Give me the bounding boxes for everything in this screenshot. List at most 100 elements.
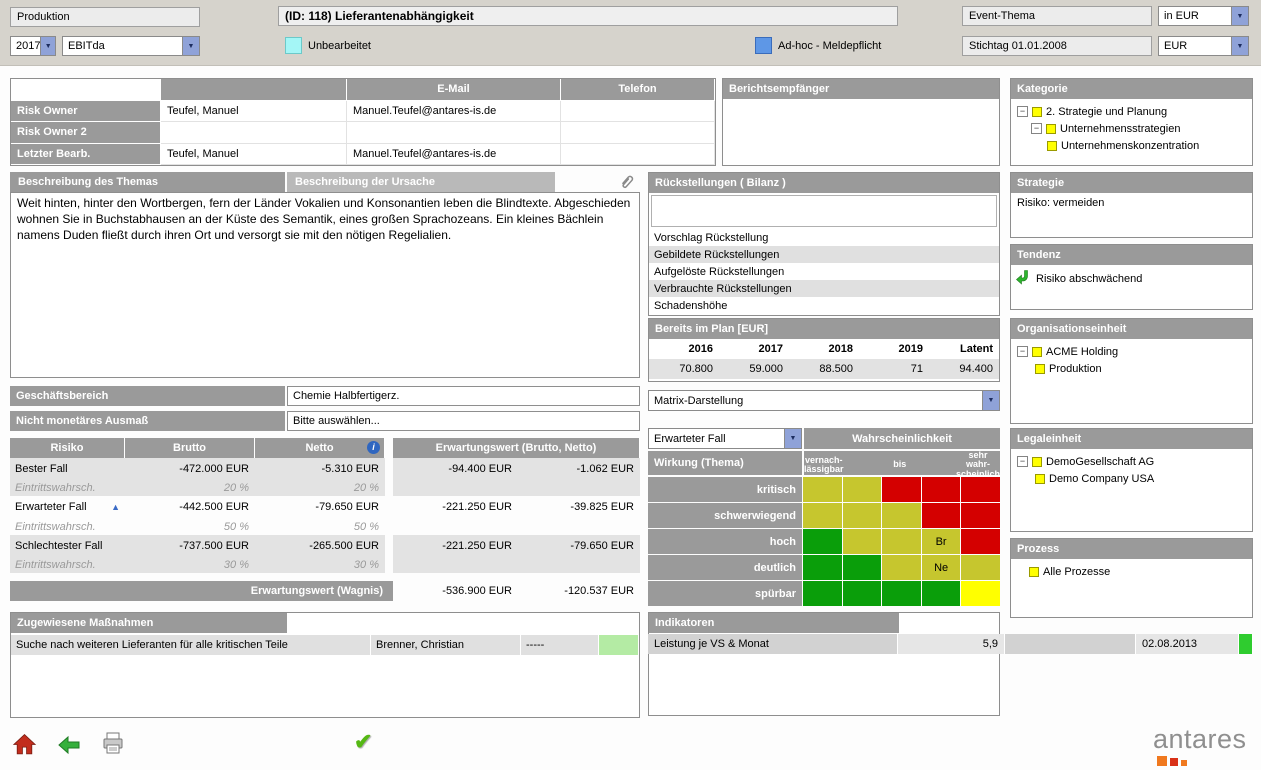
print-button[interactable] (101, 731, 125, 755)
chevron-down-icon[interactable]: ▼ (40, 37, 55, 55)
row-erwarteter-fall[interactable]: Erwarteter Fall ▲ (10, 496, 125, 518)
berichtsempfaenger-body[interactable] (723, 99, 999, 165)
year-select[interactable]: 2017 ▼ (10, 36, 56, 56)
collapse-icon[interactable]: − (1017, 346, 1028, 357)
risk-title-field[interactable]: (ID: 118) Lieferantenabhängigkeit (278, 6, 898, 26)
currency-select[interactable]: EUR ▼ (1158, 36, 1249, 56)
area-field[interactable]: Produktion (10, 7, 200, 27)
matrix-case-select[interactable]: Erwarteter Fall ▼ (648, 428, 802, 449)
legaleinheit-header: Legaleinheit (1011, 429, 1252, 449)
risk-owner-phone[interactable] (561, 101, 715, 123)
schlecht-netto[interactable]: -265.500 EUR (255, 535, 385, 556)
matrix-cell[interactable] (843, 581, 882, 606)
matrix-cell[interactable] (922, 581, 961, 606)
kategorie-item[interactable]: Unternehmenskonzentration (1013, 137, 1250, 154)
org-item[interactable]: Produktion (1013, 360, 1250, 377)
legal-item[interactable]: Demo Company USA (1013, 470, 1250, 487)
risk-owner-name[interactable]: Teufel, Manuel (161, 101, 347, 123)
plan-value[interactable]: 71 (859, 363, 929, 375)
matrix-cell[interactable] (882, 503, 921, 528)
chevron-down-icon[interactable]: ▼ (1231, 37, 1248, 55)
collapse-icon[interactable]: − (1031, 123, 1042, 134)
bester-brutto[interactable]: -472.000 EUR (125, 458, 255, 479)
matrix-cell[interactable]: Br (922, 529, 961, 554)
erwartet-brutto[interactable]: -442.500 EUR (125, 496, 255, 518)
matrix-cell[interactable] (843, 503, 882, 528)
kpi-select[interactable]: EBITda ▼ (62, 36, 200, 56)
row-bester-fall[interactable]: Bester Fall (10, 458, 125, 479)
list-item[interactable]: Verbrauchte Rückstellungen (649, 280, 999, 297)
list-item[interactable]: Vorschlag Rückstellung (649, 229, 999, 246)
matrix-cell[interactable] (843, 477, 882, 502)
matrix-cell[interactable] (843, 529, 882, 554)
schlecht-prob-brutto[interactable]: 30 % (125, 556, 255, 573)
home-button[interactable] (12, 732, 38, 758)
row-schlechtester-fall[interactable]: Schlechtester Fall (10, 535, 125, 556)
kategorie-item[interactable]: − 2. Strategie und Planung (1013, 103, 1250, 120)
matrix-cell[interactable] (803, 529, 842, 554)
plan-value[interactable]: 59.000 (719, 363, 789, 375)
plan-value[interactable]: 70.800 (649, 363, 719, 375)
risk-owner2-email[interactable] (347, 122, 561, 144)
erwartet-prob-brutto[interactable]: 50 % (125, 518, 255, 535)
confirm-check-icon[interactable]: ✔ (354, 729, 372, 755)
matrix-cell[interactable] (882, 555, 921, 580)
list-item[interactable]: Aufgelöste Rückstellungen (649, 263, 999, 280)
matrix-cell[interactable] (922, 503, 961, 528)
matrix-cell[interactable] (882, 477, 921, 502)
collapse-icon[interactable]: − (1017, 456, 1028, 467)
matrix-cell[interactable] (922, 477, 961, 502)
list-item[interactable]: Gebildete Rückstellungen (649, 246, 999, 263)
bester-prob-netto[interactable]: 20 % (255, 479, 385, 496)
chevron-down-icon[interactable]: ▼ (982, 391, 999, 410)
chevron-down-icon[interactable]: ▼ (784, 429, 801, 448)
org-item[interactable]: − ACME Holding (1013, 343, 1250, 360)
erwartet-prob-netto[interactable]: 50 % (255, 518, 385, 535)
tab-beschreibung-ursache[interactable]: Beschreibung der Ursache (287, 172, 555, 192)
schlecht-prob-netto[interactable]: 30 % (255, 556, 385, 573)
risk-owner2-phone[interactable] (561, 122, 715, 144)
matrix-cell[interactable] (961, 477, 1000, 502)
collapse-icon[interactable]: − (1017, 106, 1028, 117)
matrix-cell[interactable] (803, 477, 842, 502)
legal-item[interactable]: − DemoGesellschaft AG (1013, 453, 1250, 470)
risk-owner-email[interactable]: Manuel.Teufel@antares-is.de (347, 101, 561, 123)
indicator-row[interactable]: Leistung je VS & Monat 5,9 02.08.2013 (648, 634, 1253, 654)
matrix-cell[interactable] (803, 503, 842, 528)
matrix-cell[interactable] (961, 581, 1000, 606)
geschaeftsbereich-value[interactable]: Chemie Halbfertigerz. (287, 386, 640, 406)
back-button[interactable] (57, 735, 81, 755)
matrix-cell[interactable] (882, 581, 921, 606)
nicht-monetaer-value[interactable]: Bitte auswählen... (287, 411, 640, 431)
chevron-down-icon[interactable]: ▼ (182, 37, 199, 55)
matrix-cell[interactable] (961, 529, 1000, 554)
matrix-display-select[interactable]: Matrix-Darstellung ▼ (648, 390, 1000, 411)
chevron-down-icon[interactable]: ▼ (1231, 7, 1248, 25)
massnahme-row[interactable]: Suche nach weiteren Lieferanten für alle… (11, 635, 639, 655)
prozess-item[interactable]: Alle Prozesse (1013, 563, 1250, 580)
tab-beschreibung-thema[interactable]: Beschreibung des Themas (10, 172, 285, 192)
matrix-cell[interactable] (882, 529, 921, 554)
beschreibung-text[interactable]: Weit hinten, hinter den Wortbergen, fern… (10, 192, 640, 378)
matrix-cell[interactable]: Ne (922, 555, 961, 580)
schlecht-brutto[interactable]: -737.500 EUR (125, 535, 255, 556)
rueckstellungen-input[interactable] (651, 195, 997, 227)
list-item[interactable]: Schadenshöhe (649, 297, 999, 314)
bester-prob-brutto[interactable]: 20 % (125, 479, 255, 496)
matrix-cell[interactable] (961, 503, 1000, 528)
risk-owner2-name[interactable] (161, 122, 347, 144)
kategorie-item[interactable]: − Unternehmensstrategien (1013, 120, 1250, 137)
event-thema-field[interactable]: Event-Thema (962, 6, 1152, 26)
erwartet-netto[interactable]: -79.650 EUR (255, 496, 385, 518)
matrix-cell[interactable] (803, 555, 842, 580)
currency-mode-select[interactable]: in EUR ▼ (1158, 6, 1249, 26)
matrix-cell[interactable] (843, 555, 882, 580)
bester-netto[interactable]: -5.310 EUR (255, 458, 385, 479)
matrix-cell[interactable] (803, 581, 842, 606)
plan-value[interactable]: 88.500 (789, 363, 859, 375)
stichtag-field[interactable]: Stichtag 01.01.2008 (962, 36, 1152, 56)
attachment-icon[interactable] (618, 173, 635, 193)
info-icon[interactable]: i (367, 441, 380, 454)
plan-value[interactable]: 94.400 (929, 363, 999, 375)
matrix-cell[interactable] (961, 555, 1000, 580)
